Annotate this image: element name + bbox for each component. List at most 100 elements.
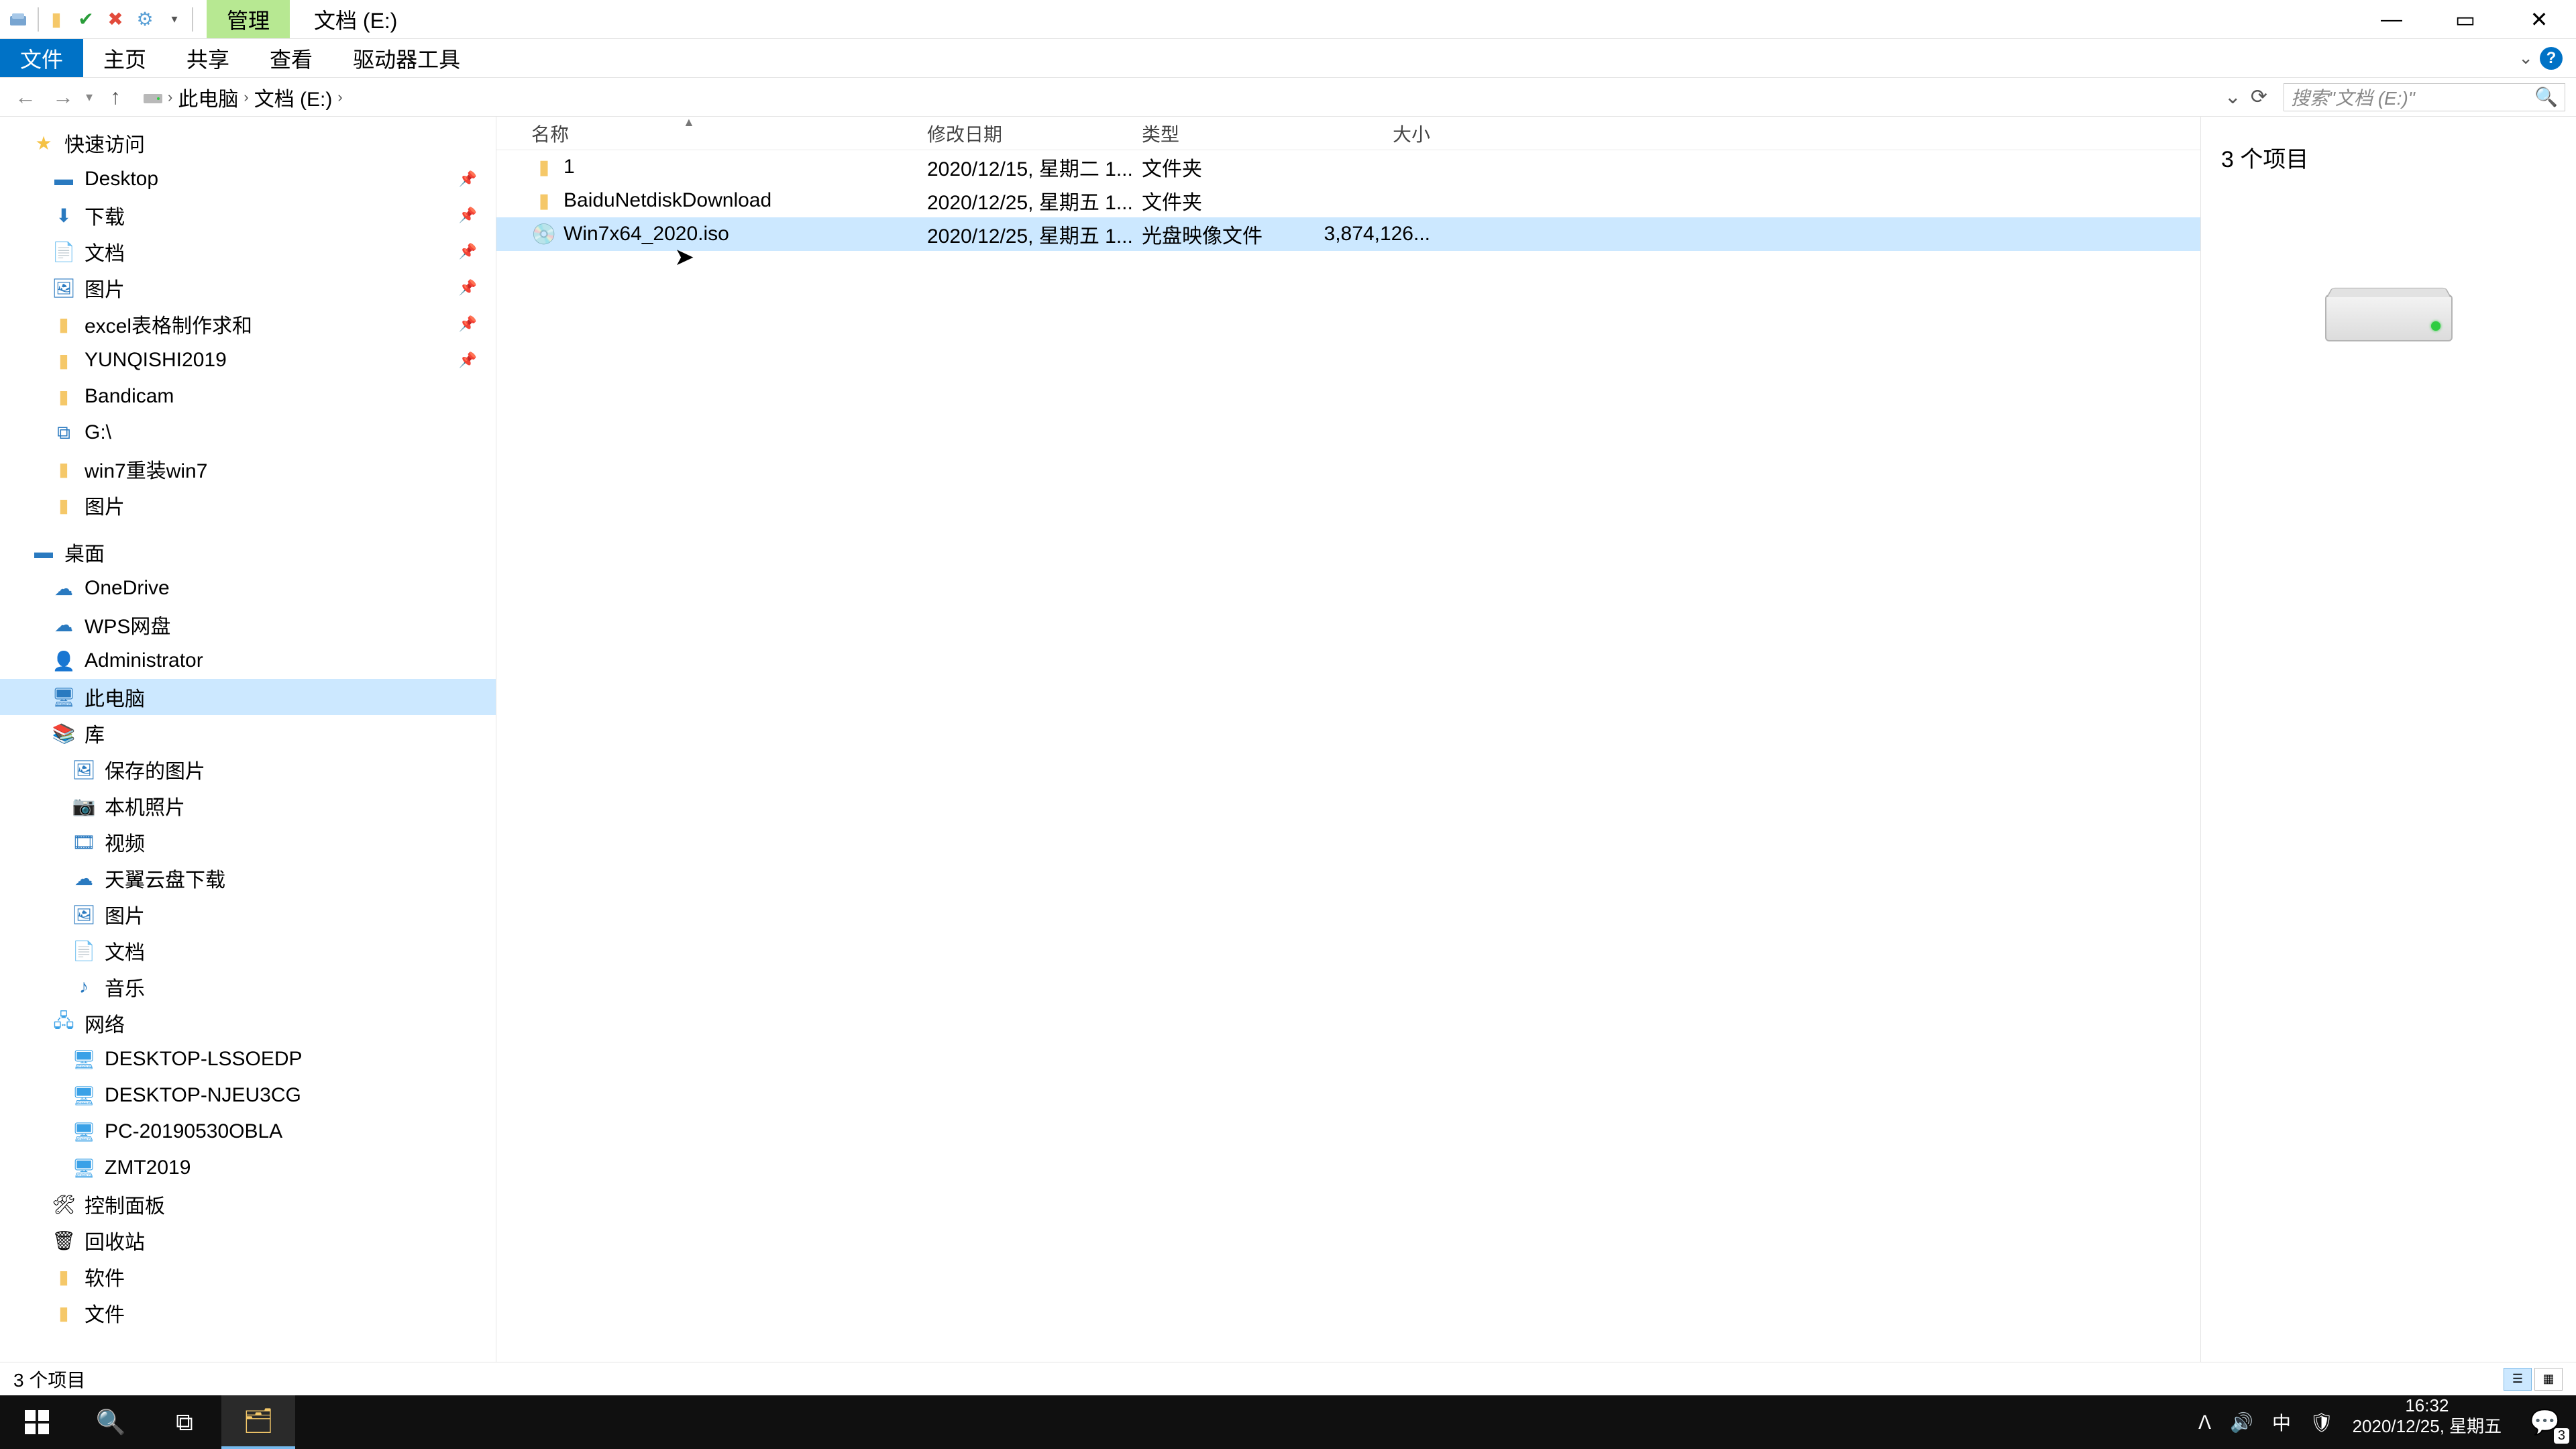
tab-drive-tools[interactable]: 驱动器工具: [333, 39, 480, 77]
tree-saved-pics[interactable]: 🖼保存的图片: [0, 751, 496, 788]
search-input[interactable]: 搜索"文档 (E:)" 🔍: [2284, 83, 2565, 111]
qat-dropdown-icon[interactable]: ▾: [160, 6, 189, 33]
tree-pc3[interactable]: 🖥PC-20190530OBLA: [0, 1114, 496, 1150]
tree-admin[interactable]: 👤Administrator: [0, 643, 496, 679]
tree-gdrive[interactable]: ⧉G:\: [0, 415, 496, 451]
up-button[interactable]: ↑: [101, 85, 130, 109]
volume-icon[interactable]: 🔊: [2230, 1411, 2253, 1434]
taskbar-clock[interactable]: 16:32 2020/12/25, 星期五: [2341, 1395, 2514, 1449]
security-icon[interactable]: 🛡: [2310, 1411, 2334, 1434]
qat-check-icon[interactable]: ✔: [71, 6, 101, 33]
tree-label: 库: [85, 718, 105, 748]
back-button[interactable]: ←: [11, 85, 40, 109]
search-button[interactable]: 🔍: [74, 1395, 148, 1449]
pin-icon: 📌: [459, 243, 477, 260]
tab-home[interactable]: 主页: [83, 39, 166, 77]
forward-button[interactable]: →: [48, 85, 78, 109]
column-size[interactable]: 大小: [1323, 120, 1437, 147]
minimize-button[interactable]: —: [2355, 0, 2428, 38]
tree-pictures-lib[interactable]: 🖼图片: [0, 896, 496, 932]
folder-icon: ▮: [52, 1265, 75, 1288]
expand-ribbon-icon[interactable]: ⌄: [2518, 48, 2533, 68]
action-center-button[interactable]: 💬3: [2514, 1395, 2576, 1449]
tree-camera-roll[interactable]: 📷本机照片: [0, 788, 496, 824]
tab-share[interactable]: 共享: [166, 39, 250, 77]
tree-onedrive[interactable]: ☁OneDrive: [0, 570, 496, 606]
file-row[interactable]: ▮ 1 2020/12/15, 星期二 1... 文件夹: [496, 150, 2200, 184]
tree-desktop-qa[interactable]: ▬Desktop📌: [0, 161, 496, 197]
tree-label: 文档: [105, 936, 145, 965]
tree-quick-access[interactable]: ★ 快速访问: [0, 125, 496, 161]
tree-pictures2[interactable]: ▮图片: [0, 487, 496, 523]
tree-this-pc[interactable]: 🖥此电脑: [0, 679, 496, 715]
tree-pc4[interactable]: 🖥ZMT2019: [0, 1150, 496, 1186]
tree-music-lib[interactable]: ♪音乐: [0, 969, 496, 1005]
tray-overflow-icon[interactable]: ᐱ: [2198, 1411, 2211, 1434]
tree-documents-lib[interactable]: 📄文档: [0, 932, 496, 969]
library-icon: 📚: [52, 722, 75, 745]
maximize-button[interactable]: ▭: [2428, 0, 2502, 38]
tree-pc1[interactable]: 🖥DESKTOP-LSSOEDP: [0, 1041, 496, 1077]
tree-documents[interactable]: 📄文档📌: [0, 233, 496, 270]
tree-pc2[interactable]: 🖥DESKTOP-NJEU3CG: [0, 1077, 496, 1114]
breadcrumb-drive[interactable]: 文档 (E:): [252, 83, 335, 112]
ime-indicator[interactable]: 中: [2272, 1409, 2291, 1436]
tree-desktop[interactable]: ▬桌面: [0, 534, 496, 570]
explorer-taskbar-button[interactable]: 🗂: [221, 1395, 295, 1449]
tree-network[interactable]: 🖧网络: [0, 1005, 496, 1041]
address-dropdown-icon[interactable]: ⌄: [2224, 85, 2241, 109]
this-pc-icon: 🖥: [52, 686, 75, 708]
contextual-tab-manage[interactable]: 管理: [207, 0, 290, 38]
tree-downloads[interactable]: ⬇下载📌: [0, 197, 496, 233]
qat-builtin-icon[interactable]: ⚙: [130, 6, 160, 33]
tab-file[interactable]: 文件: [0, 39, 83, 77]
tree-pictures-qa[interactable]: 🖼图片📌: [0, 270, 496, 306]
close-button[interactable]: ✕: [2502, 0, 2576, 38]
tree-software[interactable]: ▮软件: [0, 1258, 496, 1295]
tree-control-panel[interactable]: 🛠控制面板: [0, 1186, 496, 1222]
tree-label: 图片: [85, 490, 125, 520]
help-icon[interactable]: ?: [2540, 47, 2563, 70]
address-bar: ← → ▾ ↑ › 此电脑 › 文档 (E:) › ⌄ ⟳ 搜索"文档 (E:)…: [0, 78, 2576, 117]
file-row[interactable]: ▮ BaiduNetdiskDownload 2020/12/25, 星期五 1…: [496, 184, 2200, 217]
file-list: 名称▲ 修改日期 类型 大小 ▮ 1 2020/12/15, 星期二 1... …: [496, 117, 2200, 1362]
tree-label: PC-20190530OBLA: [105, 1120, 282, 1143]
qat-open-icon[interactable]: ▮: [42, 6, 71, 33]
column-date[interactable]: 修改日期: [927, 120, 1142, 147]
refresh-icon[interactable]: ⟳: [2251, 85, 2267, 109]
history-dropdown-icon[interactable]: ▾: [86, 89, 93, 105]
preview-summary: 3 个项目: [2221, 141, 2556, 174]
app-icon[interactable]: [5, 6, 35, 33]
file-name: 1: [564, 156, 927, 178]
task-view-button[interactable]: ⧉: [148, 1395, 221, 1449]
column-name[interactable]: 名称▲: [531, 120, 927, 147]
view-details-button[interactable]: ☰: [2504, 1368, 2532, 1391]
tree-wps[interactable]: ☁WPS网盘: [0, 606, 496, 643]
chevron-right-icon[interactable]: ›: [337, 89, 342, 106]
tree-yunqishi[interactable]: ▮YUNQISHI2019📌: [0, 342, 496, 378]
tree-tianyi[interactable]: ☁天翼云盘下载: [0, 860, 496, 896]
tree-label: 视频: [105, 827, 145, 857]
titlebar: ▮ ✔ ✖ ⚙ ▾ 管理 文档 (E:) — ▭ ✕: [0, 0, 2576, 39]
folder-icon: ▮: [52, 458, 75, 480]
chevron-right-icon[interactable]: ›: [168, 89, 172, 106]
tree-bandicam[interactable]: ▮Bandicam: [0, 378, 496, 415]
qat-close-icon[interactable]: ✖: [101, 6, 130, 33]
breadcrumb[interactable]: › 此电脑 › 文档 (E:) › ⌄ ⟳: [138, 83, 2275, 111]
start-button[interactable]: [0, 1395, 74, 1449]
file-row[interactable]: 💿 Win7x64_2020.iso 2020/12/25, 星期五 1... …: [496, 217, 2200, 251]
tree-files[interactable]: ▮文件: [0, 1295, 496, 1331]
tree-recycle[interactable]: 🗑回收站: [0, 1222, 496, 1258]
tree-library[interactable]: 📚库: [0, 715, 496, 751]
tab-view[interactable]: 查看: [250, 39, 333, 77]
control-panel-icon: 🛠: [52, 1193, 75, 1216]
view-thumbnails-button[interactable]: ▦: [2534, 1368, 2563, 1391]
chevron-right-icon[interactable]: ›: [244, 89, 248, 106]
column-type[interactable]: 类型: [1142, 120, 1323, 147]
tree-win7[interactable]: ▮win7重装win7: [0, 451, 496, 487]
search-icon[interactable]: 🔍: [2534, 86, 2558, 108]
desktop-icon: ▬: [52, 168, 75, 191]
breadcrumb-this-pc[interactable]: 此电脑: [175, 83, 241, 112]
tree-excel[interactable]: ▮excel表格制作求和📌: [0, 306, 496, 342]
tree-videos[interactable]: 🎞视频: [0, 824, 496, 860]
